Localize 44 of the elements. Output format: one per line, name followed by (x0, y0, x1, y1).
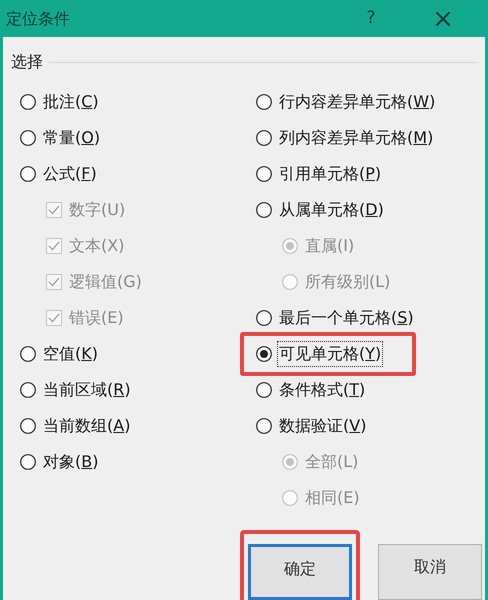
radio-button[interactable] (256, 166, 272, 182)
option-label: 引用单元格(P) (278, 163, 382, 185)
radio-button[interactable] (256, 94, 272, 110)
option-label: 空值(K) (42, 343, 99, 365)
radio-button[interactable] (256, 382, 272, 398)
option-label: 当前区域(R) (42, 379, 132, 401)
option-label: 常量(O) (42, 127, 102, 149)
option-label: 所有级别(L) (304, 271, 392, 293)
option-label: 公式(F) (42, 163, 98, 185)
dialog-button[interactable]: 取消 (378, 544, 482, 600)
help-button[interactable]: ? (356, 6, 386, 32)
option-label: 数字(U) (68, 199, 126, 221)
close-button[interactable]: × (428, 6, 458, 32)
radio-button[interactable] (256, 346, 272, 362)
radio-button[interactable] (20, 130, 36, 146)
radio-button[interactable] (256, 418, 272, 434)
option-label: 逻辑值(G) (68, 271, 143, 293)
radio-button[interactable] (20, 454, 36, 470)
option-label: 列内容差异单元格(M) (278, 127, 434, 149)
option-label: 从属单元格(D) (278, 199, 385, 221)
option-label: 数据验证(V) (278, 415, 368, 437)
radio-button[interactable] (20, 382, 36, 398)
option-label: 批注(C) (42, 91, 100, 113)
option-label: 最后一个单元格(S) (278, 307, 415, 329)
option-label: 错误(E) (68, 307, 125, 329)
radio-button[interactable] (256, 310, 272, 326)
option-label: 行内容差异单元格(W) (278, 91, 436, 113)
option-label: 对象(B) (42, 451, 100, 473)
radio-button[interactable] (20, 346, 36, 362)
group-label: 选择 (11, 51, 43, 73)
option-label: 相同(E) (304, 487, 361, 509)
option-label: 直属(I) (304, 235, 356, 257)
window-title: 定位条件 (6, 8, 70, 30)
option-label: 文本(X) (68, 235, 126, 257)
radio-button[interactable] (20, 94, 36, 110)
option-label: 当前数组(A) (42, 415, 132, 437)
option-label: 全部(L) (304, 451, 360, 473)
radio-button[interactable] (20, 418, 36, 434)
radio-button[interactable] (256, 130, 272, 146)
radio-button[interactable] (20, 166, 36, 182)
dialog-button[interactable]: 确定 (248, 544, 352, 600)
option-label: 条件格式(T) (278, 379, 366, 401)
option-label: 可见单元格(Y) (278, 342, 382, 366)
radio-button[interactable] (256, 202, 272, 218)
